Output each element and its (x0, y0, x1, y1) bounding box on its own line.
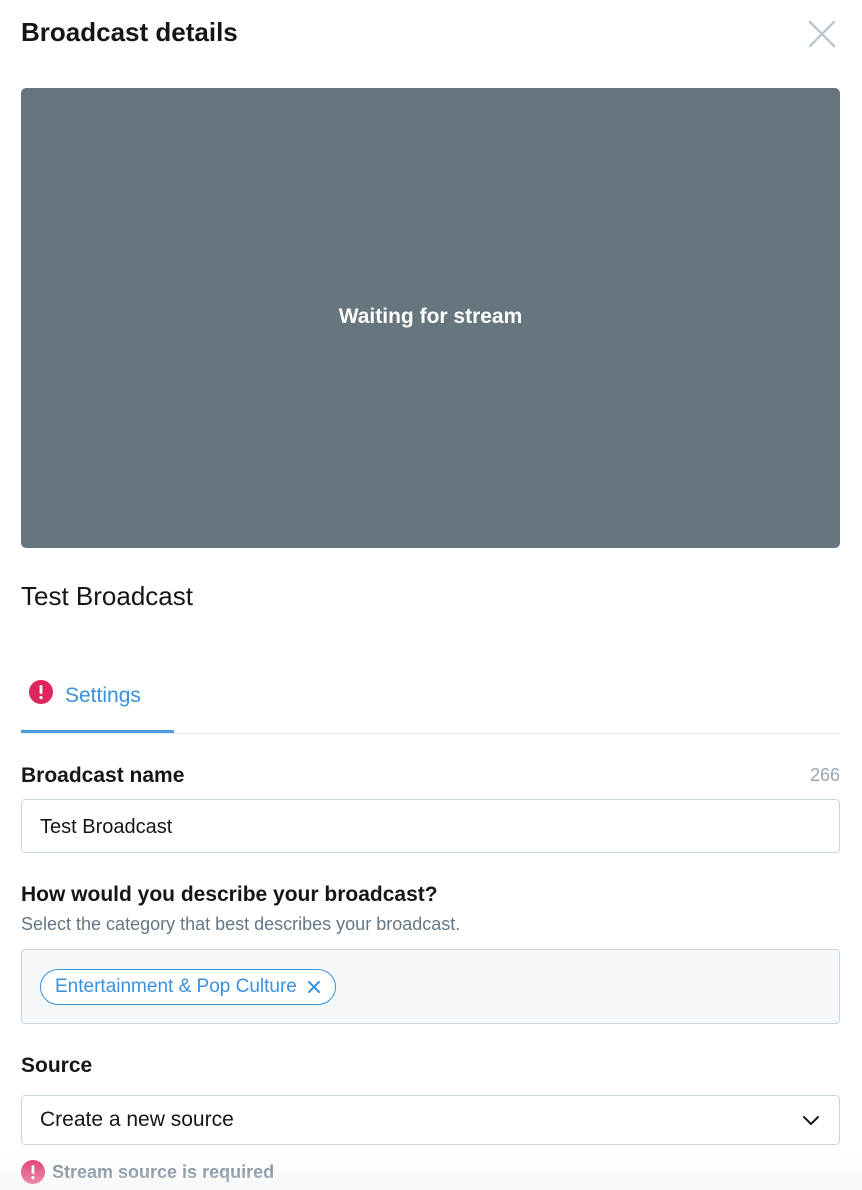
broadcast-name-input[interactable]: Test Broadcast (21, 799, 840, 853)
close-icon (808, 20, 836, 48)
source-select-value: Create a new source (40, 1108, 234, 1131)
alert-icon (29, 680, 53, 704)
close-icon[interactable] (307, 980, 321, 994)
dialog-header: Broadcast details (21, 14, 841, 54)
tab-settings[interactable]: Settings (21, 668, 174, 733)
chevron-down-icon (803, 1116, 819, 1125)
source-label: Source (21, 1054, 93, 1077)
character-counter: 266 (809, 765, 840, 785)
video-preview: Waiting for stream (21, 88, 840, 548)
broadcast-name-value: Test Broadcast (40, 816, 173, 838)
category-chip[interactable]: Entertainment & Pop Culture (40, 969, 336, 1005)
broadcast-name-label: Broadcast name (21, 764, 185, 787)
stream-status: Waiting for stream (338, 305, 523, 328)
tab-label: Settings (65, 684, 141, 707)
dialog-title: Broadcast details (21, 17, 238, 47)
category-helper: Select the category that best describes … (21, 914, 461, 934)
source-error: Stream source is required (21, 1159, 274, 1185)
alert-icon (21, 1160, 45, 1184)
tab-bar: Settings (21, 668, 840, 734)
source-error-text: Stream source is required (52, 1162, 275, 1182)
source-select[interactable]: Create a new source (21, 1095, 840, 1145)
broadcast-title: Test Broadcast (21, 581, 193, 611)
close-button[interactable] (807, 19, 837, 49)
category-chip-label: Entertainment & Pop Culture (55, 976, 297, 997)
category-label: How would you describe your broadcast? (21, 883, 438, 906)
category-selector[interactable]: Entertainment & Pop Culture (21, 949, 840, 1024)
